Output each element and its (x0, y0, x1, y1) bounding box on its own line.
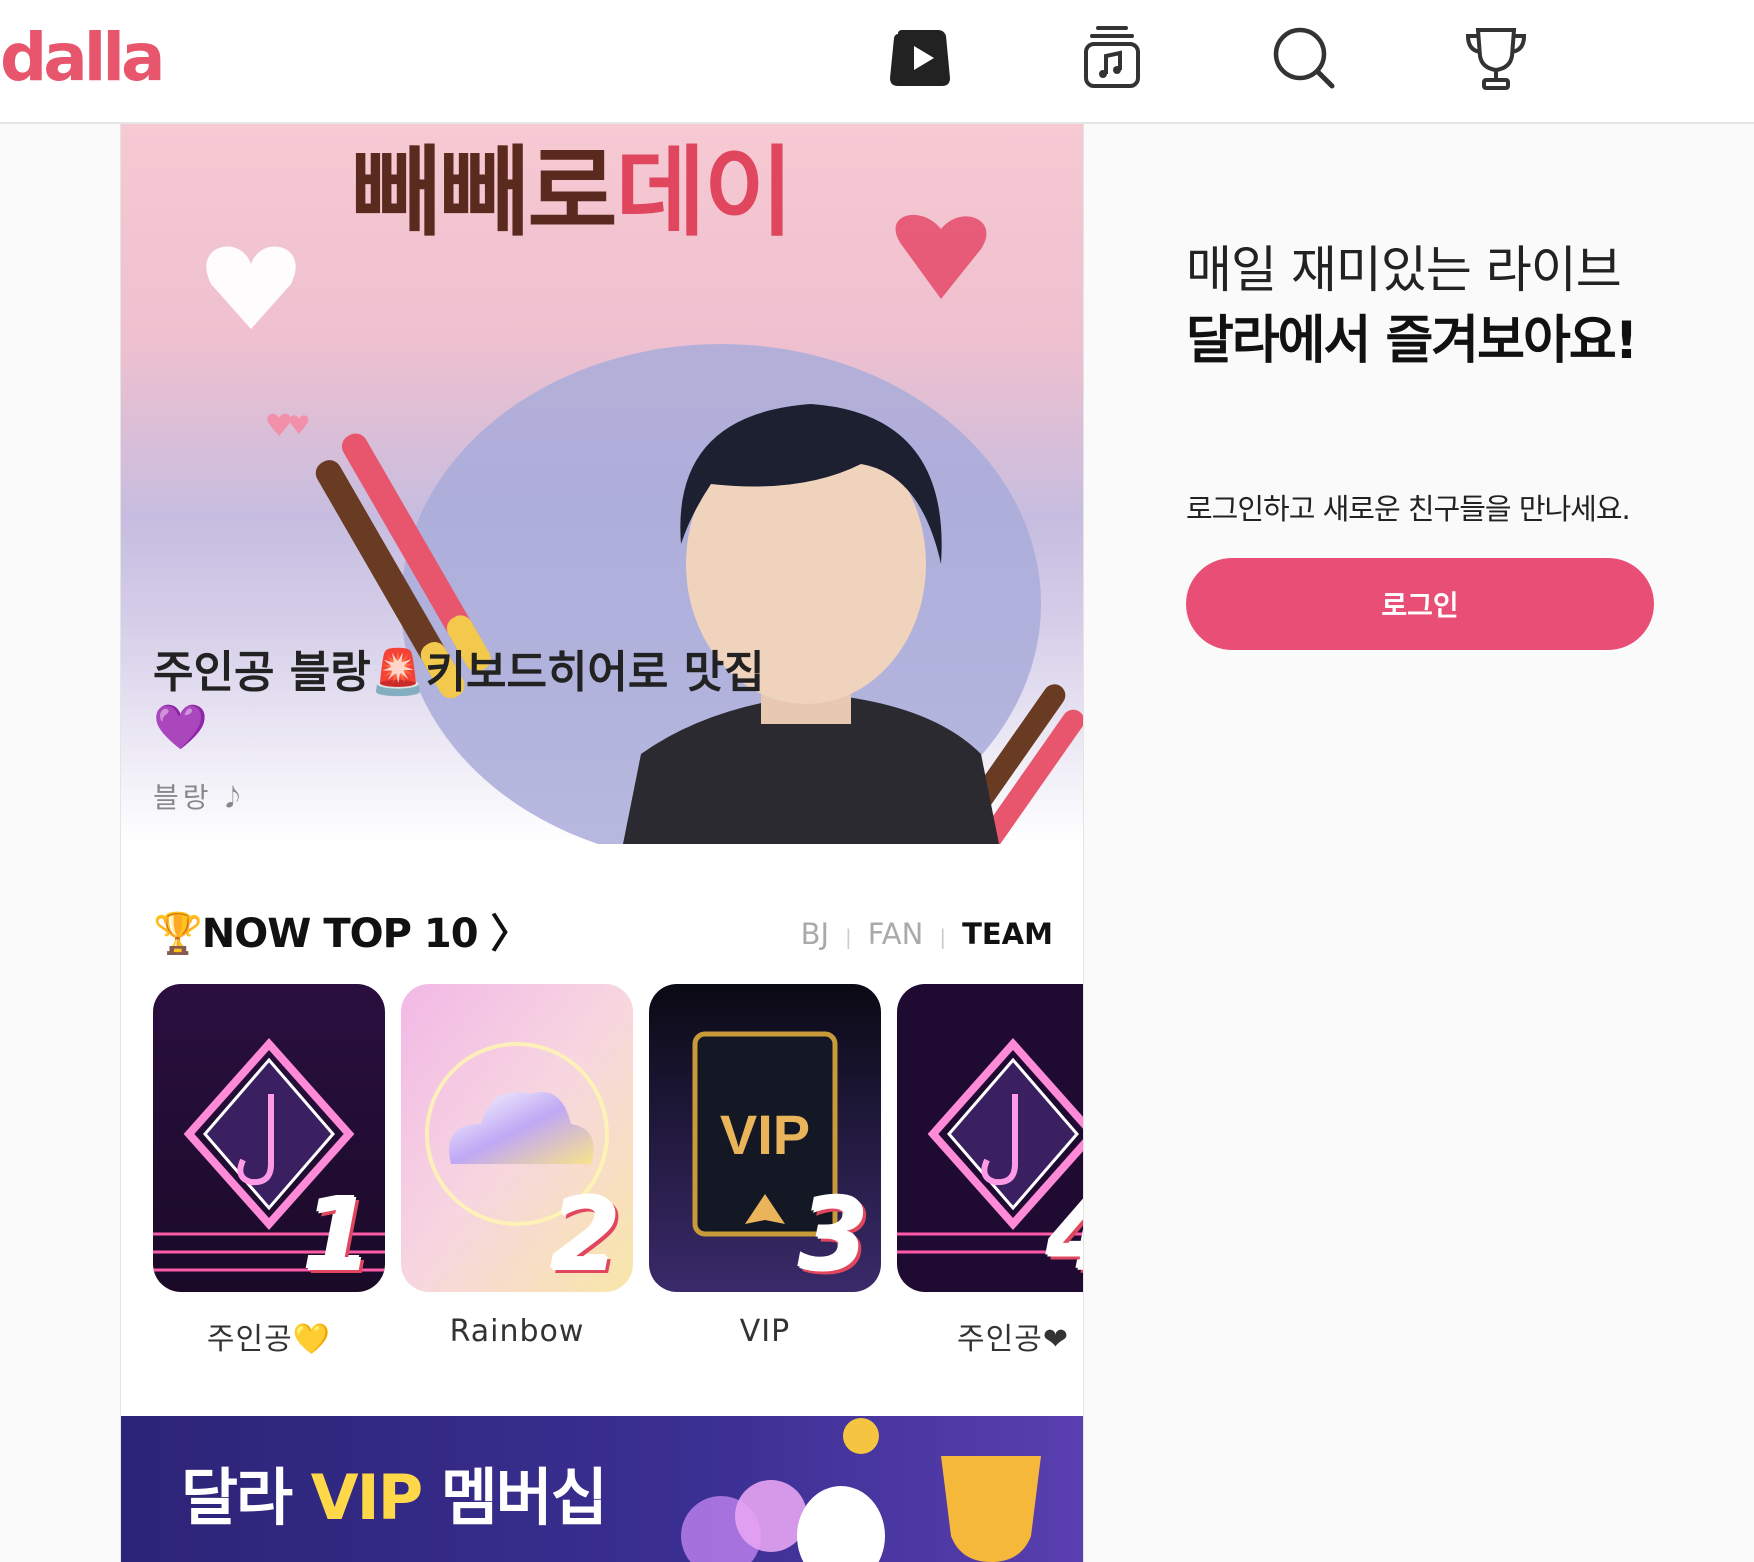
ranking-header: 🏆NOW TOP 10 〉 BJ | FAN | TEAM (153, 904, 1053, 964)
tab-separator: | (939, 925, 947, 949)
team-badge-image: 4 (897, 984, 1083, 1292)
promo-headline: 매일 재미있는 라이브 (1186, 241, 1622, 299)
login-button[interactable]: 로그인 (1186, 558, 1654, 650)
promo-headline-bold: 달라에서 즐겨보아요! (1186, 311, 1638, 371)
team-badge-image: 1 (153, 984, 385, 1292)
vip-membership-banner[interactable]: 달라 VIP 멤버십 (121, 1416, 1083, 1562)
streamer-portrait (623, 404, 999, 844)
ranking-card[interactable]: 2 Rainbow (401, 984, 633, 1349)
nav-search[interactable] (1268, 22, 1340, 94)
streamer-name: 블랑 𝅘𝅥𝅮 (153, 781, 244, 814)
tab-team[interactable]: TEAM (962, 904, 1053, 964)
search-icon (1273, 27, 1335, 89)
rank-number: 1 (303, 1177, 373, 1292)
rank-number: 3 (799, 1177, 869, 1292)
ranking-tabs: BJ | FAN | TEAM (801, 904, 1053, 967)
banner-title: 달라 VIP 멤버십 (181, 1461, 608, 1534)
play-icon (890, 30, 950, 86)
ranking-card[interactable]: VIP 3 VIP (649, 984, 881, 1349)
nav-ranking[interactable] (1460, 22, 1532, 94)
dalla-logo[interactable]: dalla (0, 18, 166, 98)
team-name: 주인공❤ (957, 1322, 1069, 1357)
live-title: 주인공 블랑🚨키보드히어로 맛집 💜 (153, 647, 765, 753)
trophy-icon (1465, 28, 1527, 90)
team-badge-image: 2 (401, 984, 633, 1292)
main-feed: 빼빼로데이 주인공 블랑🚨키보드히어로 맛집 💜 블랑 𝅘𝅥𝅮 🏆NOW TOP… (120, 124, 1084, 1562)
hero-live-banner[interactable]: 빼빼로데이 주인공 블랑🚨키보드히어로 맛집 💜 블랑 𝅘𝅥𝅮 (121, 124, 1083, 844)
ranking-carousel: 1 주인공💛 2 Rainbow VIP 3 VIP 주인공❤ (153, 984, 1083, 1364)
rank-number: 2 (551, 1177, 621, 1292)
music-clip-icon (1084, 26, 1140, 88)
tab-bj[interactable]: BJ (801, 904, 829, 964)
team-name: Rainbow (449, 1314, 585, 1349)
ranking-card[interactable]: 1 주인공💛 (153, 984, 385, 1358)
tab-fan[interactable]: FAN (868, 904, 924, 964)
now-top10-link[interactable]: 🏆NOW TOP 10 〉 (153, 904, 530, 964)
ranking-card[interactable]: 4 주인공❤ (897, 984, 1083, 1358)
top-navigation-bar: dalla (0, 0, 1754, 124)
svg-text:VIP: VIP (720, 1103, 810, 1166)
tab-separator: | (845, 925, 852, 949)
nav-clip[interactable] (1076, 22, 1148, 94)
hero-event-title-art: 빼빼로데이 (351, 136, 794, 250)
nav-live[interactable] (884, 22, 956, 94)
team-name: 주인공💛 (206, 1322, 332, 1357)
team-name: VIP (739, 1314, 791, 1349)
rank-number: 4 (1047, 1186, 1083, 1286)
login-prompt: 로그인하고 새로운 친구들을 만나세요. (1186, 492, 1631, 526)
team-badge-image: VIP 3 (649, 984, 881, 1292)
